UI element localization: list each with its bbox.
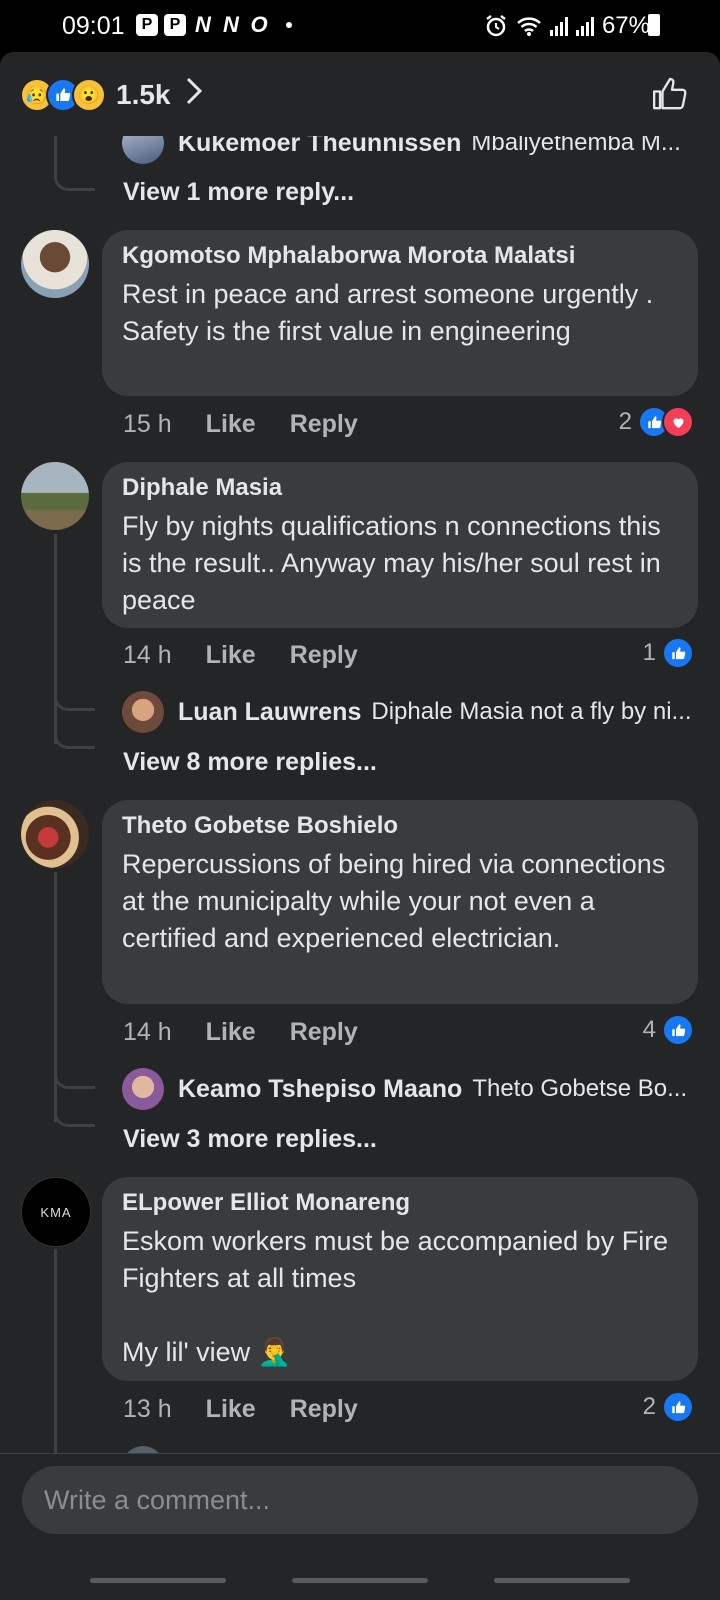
reply-author-name[interactable]: Luan Lauwrens — [178, 698, 361, 727]
comment-text: Fly by nights qualifications n connectio… — [122, 511, 661, 615]
comment-actions: 15 h Like Reply — [123, 410, 358, 439]
comment-input[interactable]: Write a comment... — [22, 1466, 698, 1534]
comment-actions: 13 h Like Reply — [123, 1395, 358, 1424]
alarm-icon — [486, 15, 506, 37]
notification-app-icon: P — [136, 14, 158, 36]
reaction-count: 1 — [642, 639, 656, 666]
thread-connector — [54, 872, 57, 1122]
system-nav-bar — [0, 1548, 720, 1600]
notification-app-icon: N — [195, 12, 211, 37]
chevron-right-icon[interactable] — [185, 76, 203, 114]
reply-preview[interactable]: Kukemoer Theunnissen Mbaliyethemba M... — [122, 136, 702, 164]
comment-text: Rest in peace and arrest someone urgentl… — [122, 279, 654, 346]
like-button[interactable]: Like — [206, 1018, 256, 1047]
comment-actions: 14 h Like Reply — [123, 641, 358, 670]
comment-timestamp[interactable]: 14 h — [123, 1018, 172, 1047]
battery-icon — [648, 14, 660, 36]
reaction-count: 2 — [618, 408, 632, 435]
notification-app-icon: O — [250, 12, 268, 37]
reply-button[interactable]: Reply — [290, 1395, 358, 1424]
comment-bubble[interactable]: Kgomotso Mphalaborwa Morota Malatsi Rest… — [102, 230, 698, 396]
avatar-logo-text: KMA — [40, 1204, 72, 1220]
thumbs-up-outline-icon — [653, 77, 687, 110]
comment-reactions[interactable]: 1 — [643, 637, 694, 669]
comment-author-name[interactable]: Diphale Masia — [122, 474, 678, 502]
status-app-icons: P P N N O — [136, 12, 292, 38]
nav-recents-handle[interactable] — [90, 1578, 226, 1583]
avatar[interactable] — [122, 136, 164, 164]
status-time: 09:01 — [62, 12, 125, 40]
reply-preview[interactable]: Keamo Tshepiso Maano Theto Gobetse Bo... — [122, 1068, 702, 1110]
reply-snippet: Theto Gobetse Bo... — [472, 1075, 688, 1102]
comment-composer-bar: Write a comment... — [0, 1453, 720, 1548]
like-reaction-icon — [662, 1391, 694, 1423]
reply-snippet: Diphale Masia not a fly by ni... — [371, 698, 692, 725]
reaction-count: 2 — [642, 1393, 656, 1420]
signal-icon — [549, 16, 568, 36]
notification-app-icon: P — [164, 14, 186, 36]
thread-connector — [54, 708, 95, 749]
reply-button[interactable]: Reply — [290, 641, 358, 670]
reaction-summary[interactable]: 😥 😮 1.5k — [20, 76, 203, 114]
comment-timestamp[interactable]: 13 h — [123, 1395, 172, 1424]
nav-back-handle[interactable] — [494, 1578, 630, 1583]
reply-author-name[interactable]: Kukemoer Theunnissen — [178, 136, 461, 158]
like-button[interactable]: Like — [206, 1395, 256, 1424]
avatar[interactable] — [21, 462, 89, 530]
more-notifications-dot-icon — [286, 22, 292, 28]
comment-reactions[interactable]: 2 — [619, 406, 694, 438]
reply-author-name[interactable]: Keamo Tshepiso Maano — [178, 1075, 462, 1104]
comments-sheet: 😥 😮 1.5k Kukemoer Theunnissen Mbaliyethe… — [0, 52, 720, 1600]
avatar[interactable]: KMA — [21, 1177, 91, 1247]
comment-text: Eskom workers must be accompanied by Fir… — [122, 1226, 669, 1367]
comment-reactions[interactable]: 2 — [643, 1391, 694, 1423]
thread-connector — [54, 1086, 95, 1127]
wow-reaction-icon: 😮 — [72, 78, 106, 112]
comment-text: Repercussions of being hired via connect… — [122, 849, 666, 953]
view-more-replies-link[interactable]: View 8 more replies... — [123, 748, 377, 777]
nav-home-handle[interactable] — [292, 1578, 428, 1583]
view-more-replies-link[interactable]: View 3 more replies... — [123, 1125, 377, 1154]
comment-timestamp[interactable]: 14 h — [123, 641, 172, 670]
avatar[interactable] — [122, 1068, 164, 1110]
avatar[interactable] — [122, 691, 164, 733]
reply-button[interactable]: Reply — [290, 410, 358, 439]
reply-preview[interactable]: Luan Lauwrens Diphale Masia not a fly by… — [122, 691, 702, 733]
reaction-count: 1.5k — [116, 79, 171, 110]
comment-bubble[interactable]: Diphale Masia Fly by nights qualificatio… — [102, 462, 698, 628]
like-reaction-icon — [662, 637, 694, 669]
reactions-header[interactable]: 😥 😮 1.5k — [0, 52, 720, 136]
signal-icon — [575, 16, 594, 36]
status-right-cluster: 67% — [484, 12, 650, 40]
thread-connector — [54, 136, 95, 191]
wifi-icon — [517, 17, 541, 36]
comment-author-name[interactable]: Theto Gobetse Boshielo — [122, 812, 678, 840]
notification-app-icon: N — [223, 12, 239, 37]
comment-author-name[interactable]: Kgomotso Mphalaborwa Morota Malatsi — [122, 242, 678, 270]
comment-bubble[interactable]: ELpower Elliot Monareng Eskom workers mu… — [102, 1177, 698, 1381]
reply-button[interactable]: Reply — [290, 1018, 358, 1047]
comment-bubble[interactable]: Theto Gobetse Boshielo Repercussions of … — [102, 800, 698, 1004]
like-button[interactable]: Like — [206, 641, 256, 670]
status-bar: 09:01 P P N N O 67% — [0, 0, 720, 52]
avatar[interactable] — [21, 800, 89, 868]
view-more-replies-link[interactable]: View 1 more reply... — [123, 178, 354, 207]
reply-snippet: Mbaliyethemba M... — [471, 136, 681, 156]
comment-reactions[interactable]: 4 — [643, 1014, 694, 1046]
comment-author-name[interactable]: ELpower Elliot Monareng — [122, 1189, 678, 1217]
comments-list: Kukemoer Theunnissen Mbaliyethemba M... … — [0, 136, 720, 1506]
reaction-count: 4 — [642, 1016, 656, 1043]
love-reaction-icon — [662, 406, 694, 438]
like-button[interactable]: Like — [206, 410, 256, 439]
battery-percent: 67% — [601, 12, 650, 39]
like-post-button[interactable] — [650, 74, 690, 114]
avatar[interactable] — [21, 230, 89, 298]
like-reaction-icon — [662, 1014, 694, 1046]
comment-actions: 14 h Like Reply — [123, 1018, 358, 1047]
comment-timestamp[interactable]: 15 h — [123, 410, 172, 439]
